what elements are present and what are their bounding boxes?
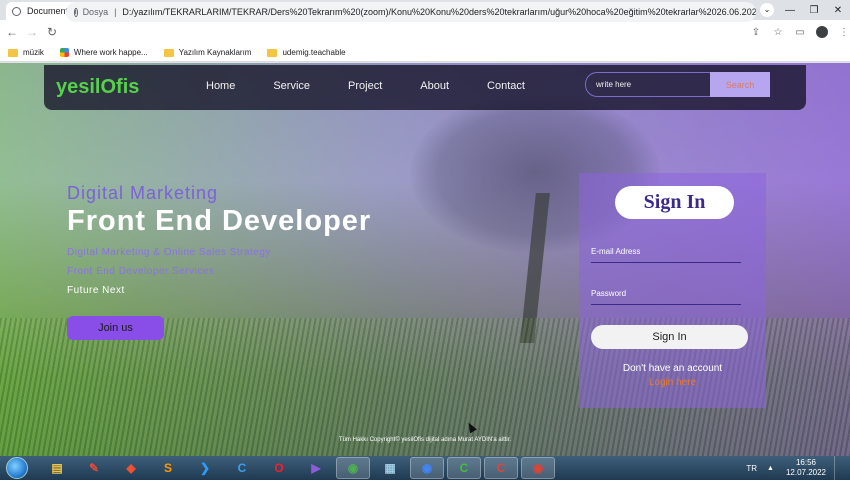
vscode-icon[interactable]: ❯ (188, 457, 222, 479)
address-separator: | (114, 7, 117, 17)
site-navbar: yesilOfis Home Service Project About Con… (44, 65, 806, 110)
hero-line-services: Front End Developer Services (67, 266, 215, 277)
join-us-button[interactable]: Join us (67, 316, 164, 340)
hero-line-future: Future Next (67, 285, 125, 296)
bookmark-star-icon[interactable]: ☆ (767, 27, 789, 38)
chrome-active-icon[interactable]: ◉ (521, 457, 555, 479)
nav-contact[interactable]: Contact (487, 80, 525, 92)
close-window-icon[interactable]: ✕ (826, 5, 850, 16)
bookmark-label: udemig.teachable (282, 48, 346, 57)
system-tray: TR ▲ 16:56 12.07.2022 (746, 456, 842, 480)
address-bar[interactable]: i Dosya | D:/yazılım/TEKRARLARIM/TEKRAR/… (66, 2, 756, 22)
windows-taskbar: ▤ ✎ ◆ S ❯ C O ▶ ◉ ▦ ◉ C C ◉ (0, 456, 850, 480)
chrome-dev-icon[interactable]: ◉ (410, 457, 444, 479)
taskbar-apps: ▤ ✎ ◆ S ❯ C O ▶ ◉ ▦ ◉ C C ◉ (40, 457, 558, 479)
signin-card: Sign In E-mail Adress Password Sign In D… (579, 173, 766, 408)
bookmark-label: Yazılım Kaynaklarım (178, 48, 252, 57)
tab-title: Document (27, 6, 69, 16)
tab-search-icon[interactable]: ⌄ (760, 3, 774, 17)
nav-about[interactable]: About (420, 80, 449, 92)
login-here-link[interactable]: Login here (579, 377, 766, 388)
notepad-icon[interactable]: ▦ (373, 457, 407, 479)
show-desktop-button[interactable] (834, 456, 842, 480)
folder-icon (163, 48, 174, 57)
globe-icon (12, 6, 21, 16)
chrome-canary-icon[interactable]: C (225, 457, 259, 479)
share-icon[interactable]: ⇪ (745, 27, 767, 38)
bookmark-yazilim[interactable]: Yazılım Kaynaklarım (163, 48, 252, 57)
menu-kebab-icon[interactable]: ⋮ (833, 27, 850, 38)
signin-title: Sign In (615, 186, 734, 219)
address-label: Dosya (82, 7, 109, 17)
bookmark-label: müzik (23, 48, 44, 57)
folder-icon (8, 48, 18, 57)
sublime-icon[interactable]: S (151, 457, 185, 479)
nav-home[interactable]: Home (206, 80, 235, 92)
opera-icon[interactable]: O (262, 457, 296, 479)
hero-line-strategy: Digital Marketing & Online Sales Strateg… (67, 247, 271, 258)
address-url: D:/yazılım/TEKRARLARIM/TEKRAR/Ders%20Tek… (122, 7, 756, 17)
hero-title: Front End Developer (67, 205, 372, 237)
bookmark-muzik[interactable]: müzik (8, 48, 44, 57)
camtasia-green-icon[interactable]: C (447, 457, 481, 479)
language-indicator[interactable]: TR (746, 464, 757, 473)
no-account-text: Don't have an account (622, 363, 723, 374)
web-page: yesilOfis Home Service Project About Con… (0, 63, 850, 456)
nav-service[interactable]: Service (273, 80, 310, 92)
visual-studio-icon[interactable]: ▶ (299, 457, 333, 479)
bookmark-where-work[interactable]: Where work happe... (59, 48, 148, 57)
google-icon (59, 48, 69, 57)
sidebar-icon[interactable]: ▭ (789, 27, 811, 38)
reload-icon[interactable]: ↻ (44, 25, 60, 39)
minimize-icon[interactable]: — (778, 5, 802, 16)
explorer-icon[interactable]: ▤ (40, 457, 74, 479)
forward-icon[interactable]: → (24, 25, 40, 39)
info-icon[interactable]: i (74, 7, 78, 17)
search-button[interactable]: Search (710, 72, 770, 97)
camtasia-red-icon[interactable]: C (484, 457, 518, 479)
back-icon[interactable]: ← (4, 25, 20, 39)
email-label: E-mail Adress (591, 247, 641, 256)
signin-button[interactable]: Sign In (591, 325, 748, 349)
paint-icon[interactable]: ✎ (77, 457, 111, 479)
maximize-icon[interactable]: ❐ (802, 5, 826, 16)
email-field[interactable] (591, 262, 741, 263)
tray-expand-icon[interactable]: ▲ (767, 465, 774, 472)
chrome-icon[interactable]: ◉ (336, 457, 370, 479)
start-button-icon[interactable] (6, 457, 28, 479)
password-field[interactable] (591, 304, 741, 305)
bookmark-udemig[interactable]: udemig.teachable (267, 48, 346, 57)
browser-toolbar: ← → ↻ (0, 20, 850, 44)
site-logo[interactable]: yesilOfis (56, 76, 139, 99)
bookmarks-bar: müzik Where work happe... Yazılım Kaynak… (0, 44, 850, 62)
clock[interactable]: 16:56 12.07.2022 (786, 458, 826, 478)
folder-icon (267, 48, 278, 57)
clock-date: 12.07.2022 (785, 468, 826, 477)
hero-subtitle: Digital Marketing (67, 183, 219, 203)
profile-avatar[interactable] (816, 26, 828, 38)
toolbar-actions: ⇪ ☆ ▭ ⋮ (745, 26, 850, 38)
window-controls: ⌄ — ❐ ✕ (760, 0, 850, 20)
git-icon[interactable]: ◆ (114, 457, 148, 479)
site-menu: Home Service Project About Contact (206, 80, 563, 92)
site-footer: Tüm Hakkı Copyright© yesilOfis dijital a… (338, 437, 512, 443)
nav-project[interactable]: Project (348, 80, 382, 92)
password-label: Password (591, 289, 627, 298)
search-input[interactable] (585, 72, 711, 97)
bookmark-label: Where work happe... (73, 48, 148, 57)
clock-time: 16:56 (795, 458, 816, 467)
